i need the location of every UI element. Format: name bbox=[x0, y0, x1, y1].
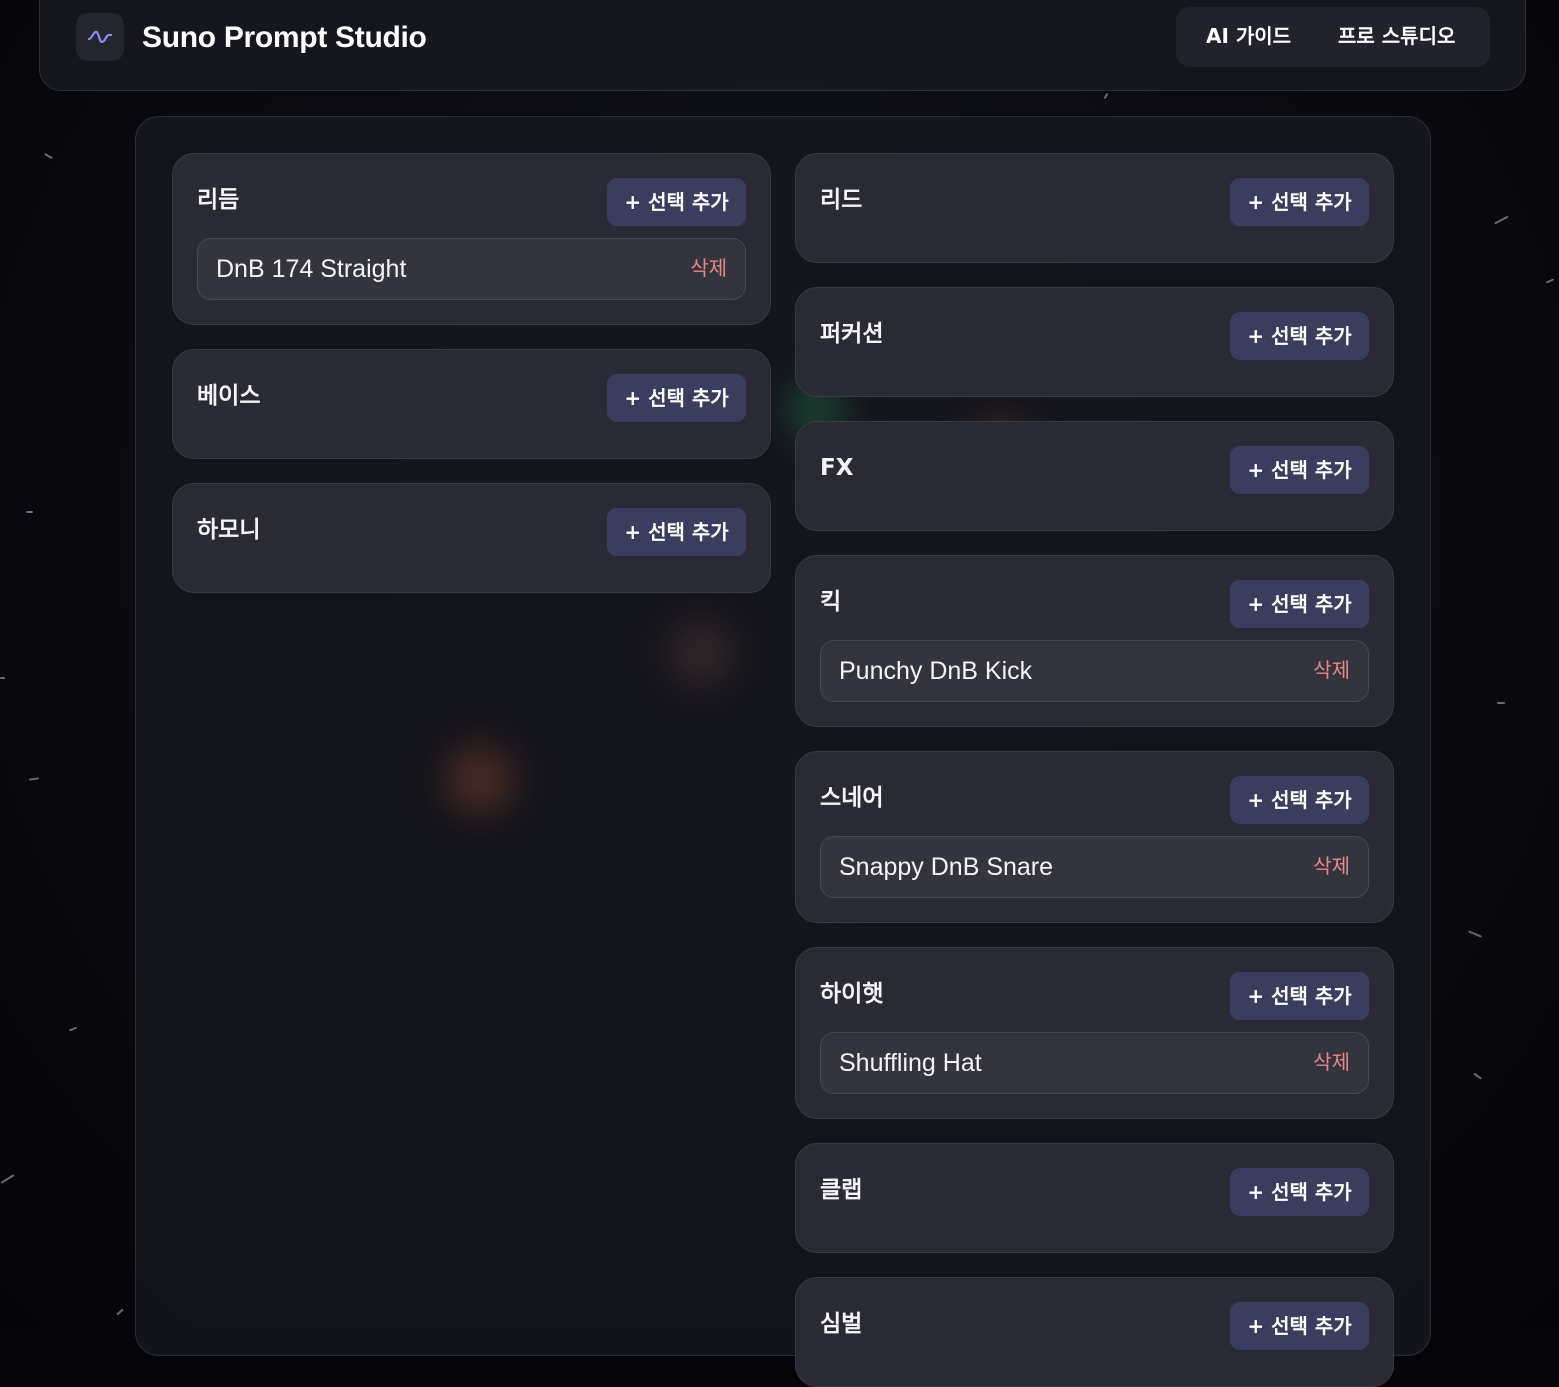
star-streak bbox=[68, 1026, 78, 1032]
star-streak bbox=[0, 677, 5, 679]
star-streak bbox=[1494, 215, 1509, 225]
star-streak bbox=[0, 1174, 15, 1184]
category-card-cymbal: 심벌 + 선택 추가 bbox=[795, 1277, 1394, 1387]
selected-item-name: Snappy DnB Snare bbox=[839, 853, 1054, 881]
selected-item-name: Punchy DnB Kick bbox=[839, 657, 1033, 685]
category-title: 스네어 bbox=[820, 785, 884, 811]
add-selection-button[interactable]: + 선택 추가 bbox=[1230, 972, 1369, 1020]
star-streak bbox=[1103, 92, 1109, 100]
category-title: 리드 bbox=[820, 187, 863, 213]
add-selection-button[interactable]: + 선택 추가 bbox=[1230, 446, 1369, 494]
category-card-hihat: 하이햇 + 선택 추가 Shuffling Hat 삭제 bbox=[795, 947, 1394, 1119]
star-streak bbox=[26, 511, 33, 513]
add-selection-button[interactable]: + 선택 추가 bbox=[1230, 580, 1369, 628]
selected-item: Snappy DnB Snare 삭제 bbox=[820, 836, 1369, 898]
delete-button[interactable]: 삭제 bbox=[1313, 641, 1350, 699]
category-title: 심벌 bbox=[820, 1311, 863, 1337]
add-selection-button[interactable]: + 선택 추가 bbox=[1230, 1302, 1369, 1350]
waveform-icon bbox=[87, 30, 113, 44]
category-card-lead: 리드 + 선택 추가 bbox=[795, 153, 1394, 263]
app-title: Suno Prompt Studio bbox=[142, 21, 427, 54]
category-card-snare: 스네어 + 선택 추가 Snappy DnB Snare 삭제 bbox=[795, 751, 1394, 923]
logo-button[interactable] bbox=[76, 13, 124, 61]
delete-button[interactable]: 삭제 bbox=[690, 239, 727, 297]
category-title: 킥 bbox=[820, 589, 842, 615]
category-card-harmony: 하모니 + 선택 추가 bbox=[172, 483, 771, 593]
add-selection-button[interactable]: + 선택 추가 bbox=[607, 178, 746, 226]
selected-item-name: DnB 174 Straight bbox=[216, 255, 407, 283]
category-title: 베이스 bbox=[197, 383, 261, 409]
add-selection-button[interactable]: + 선택 추가 bbox=[607, 374, 746, 422]
delete-button[interactable]: 삭제 bbox=[1313, 837, 1350, 895]
selected-item: Shuffling Hat 삭제 bbox=[820, 1032, 1369, 1094]
category-title: 하모니 bbox=[197, 517, 261, 543]
add-selection-button[interactable]: + 선택 추가 bbox=[1230, 1168, 1369, 1216]
top-nav: AI 가이드 프로 스튜디오 bbox=[1176, 7, 1490, 67]
category-card-kick: 킥 + 선택 추가 Punchy DnB Kick 삭제 bbox=[795, 555, 1394, 727]
decorative-glow bbox=[444, 745, 514, 815]
category-title: 클랩 bbox=[820, 1177, 863, 1203]
category-card-bass: 베이스 + 선택 추가 bbox=[172, 349, 771, 459]
delete-button[interactable]: 삭제 bbox=[1313, 1033, 1350, 1091]
nav-ai-guide[interactable]: AI 가이드 bbox=[1206, 7, 1291, 67]
add-selection-button[interactable]: + 선택 추가 bbox=[1230, 776, 1369, 824]
add-selection-button[interactable]: + 선택 추가 bbox=[1230, 178, 1369, 226]
star-streak bbox=[1545, 278, 1555, 284]
category-card-fx: FX + 선택 추가 bbox=[795, 421, 1394, 531]
category-card-clap: 클랩 + 선택 추가 bbox=[795, 1143, 1394, 1253]
star-streak bbox=[1473, 1072, 1482, 1080]
star-streak bbox=[116, 1308, 124, 1316]
star-streak bbox=[44, 152, 53, 160]
category-card-rhythm: 리듬 + 선택 추가 DnB 174 Straight 삭제 bbox=[172, 153, 771, 325]
add-selection-button[interactable]: + 선택 추가 bbox=[1230, 312, 1369, 360]
category-title: 리듬 bbox=[197, 187, 240, 213]
selected-item: DnB 174 Straight 삭제 bbox=[197, 238, 746, 300]
decorative-glow bbox=[668, 620, 734, 686]
nav-pro-studio[interactable]: 프로 스튜디오 bbox=[1338, 7, 1455, 67]
selected-item-name: Shuffling Hat bbox=[839, 1049, 982, 1077]
selected-item: Punchy DnB Kick 삭제 bbox=[820, 640, 1369, 702]
category-title: 하이햇 bbox=[820, 981, 884, 1007]
star-streak bbox=[28, 777, 40, 781]
category-card-percussion: 퍼커션 + 선택 추가 bbox=[795, 287, 1394, 397]
star-streak bbox=[1497, 702, 1505, 704]
category-title: FX bbox=[820, 455, 854, 481]
star-streak bbox=[1468, 930, 1482, 938]
add-selection-button[interactable]: + 선택 추가 bbox=[607, 508, 746, 556]
category-title: 퍼커션 bbox=[820, 321, 884, 347]
